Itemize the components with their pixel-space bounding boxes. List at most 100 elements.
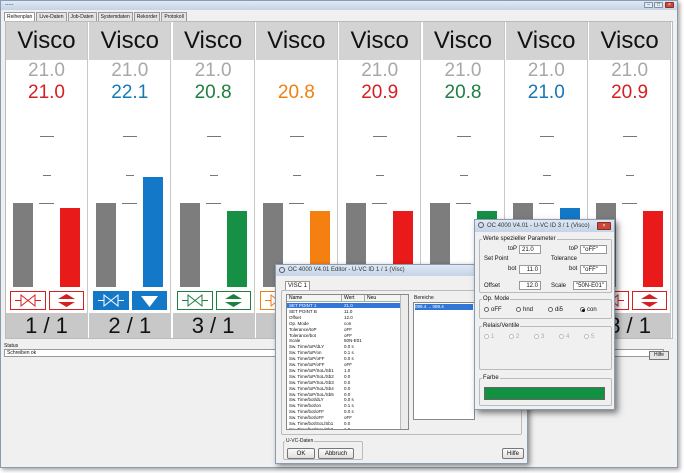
opmode-option-label: oFF [491,307,502,313]
offset-label: Offset [484,283,500,289]
table-row[interactable]: Sw. Time/toP/SoL/Sb4 0.0 [287,386,403,391]
radio-indicator [548,307,553,312]
table-row[interactable]: Offset 12.0 [287,315,403,320]
tab-protokoll[interactable]: Protokoll [161,12,187,21]
row-name: Sw. Time/bot/dLY [289,397,324,403]
bar-separator [122,203,138,204]
ok-button[interactable]: OK [287,448,315,459]
table-row[interactable]: Tolerance/bot oFF [287,333,403,338]
row-name: Sw. Time/bot/SoL/Sb1 [289,421,334,426]
table-row[interactable]: Sw. Time/toP/oFF 0.0 s [287,356,403,361]
row-name: Op. Mode [289,320,309,326]
scale-field[interactable]: "50N-E01" [573,281,607,290]
pump-icon[interactable] [49,291,84,310]
table-row[interactable]: Sw. Time/bot/oFF oFF [287,415,403,420]
upper-tolerance-mark [289,136,304,137]
table-row[interactable]: Tolerance/toP oFF [287,327,403,332]
upper-tolerance-mark [206,136,221,137]
lower-tolerance-mark [43,175,51,176]
maximize-button[interactable]: □ [654,2,663,8]
relais-radio-4[interactable]: 4 [559,334,569,340]
opmode-radio-hnd[interactable]: hnd [516,307,533,313]
opmode-radio-con[interactable]: con [580,307,597,313]
tab-job-daten[interactable]: Job-Daten [67,12,97,21]
tab-systemdaten[interactable]: Systemdaten [97,12,133,21]
unit-column-2[interactable]: Visco 21.0 22.1 2 / 1 [89,22,172,338]
table-row[interactable]: Sw. Time/bot/SoL/Sb2 1.0 [287,427,403,429]
relais-radio-1[interactable]: 1 [484,334,494,340]
lower-tolerance-mark [209,175,218,176]
main-help-button[interactable]: Hilfe [649,351,669,360]
actual-bar [143,177,164,287]
pump-icon[interactable] [632,291,668,310]
table-row[interactable]: Sw. Time/bot/oFF 0.0 s [287,409,403,414]
unit-title: Visco [339,22,421,60]
table-row[interactable]: Sw. Time/toP/dLY 0.0 s [287,344,403,349]
valve-icon[interactable] [93,291,130,310]
col-header-new[interactable]: Neu [365,295,403,302]
upper-tolerance-mark [123,136,138,137]
unit-column-3[interactable]: Visco 21.0 20.8 3 / 1 [172,22,255,338]
table-row[interactable]: Op. Mode con [287,321,403,326]
row-value: 0.0 s [344,409,354,415]
setpoint-bot-field[interactable]: 11.0 [519,265,541,274]
color-swatch[interactable] [484,387,605,400]
opmode-radio-oFF[interactable]: oFF [484,307,502,313]
params-close-button[interactable]: × [597,222,611,230]
valve-icon[interactable] [176,291,213,310]
relais-radio-3[interactable]: 3 [534,334,544,340]
table-row[interactable]: Sw. Time/toP/oFF oFF [287,362,403,367]
op-mode-label: Op. Mode [482,296,511,302]
table-row[interactable]: Sw. Time/toP/SoL/Sb2 0.0 [287,374,403,379]
ranges-list[interactable]: 089.4 ... 089.4 [413,302,475,420]
minimize-button[interactable]: – [644,2,653,8]
valve-icon[interactable] [10,291,46,310]
relais-group [479,326,612,370]
radio-indicator [584,334,589,339]
pump-icon[interactable] [132,291,168,310]
editor-tab-visc[interactable]: VISC 1 [285,281,311,290]
row-value: 12.0 [344,314,353,320]
table-row[interactable]: SET POINT 1 21.0 [287,303,403,308]
row-value: 0.0 [344,421,351,426]
setpoint-value: 21.0 [361,60,399,81]
table-row[interactable]: Sw. Time/toP/SoL/Sb3 0.0 [287,380,403,385]
pump-icon[interactable] [215,291,251,310]
cancel-button[interactable]: Abbruch [318,448,354,459]
table-row[interactable]: SET POINT B 11.0 [287,309,403,314]
setpoint-value: 21.0 [527,60,565,81]
offset-field[interactable]: 12.0 [519,281,541,290]
unit-column-1[interactable]: Visco 21.0 21.0 1 / 1 [6,22,88,338]
table-row[interactable]: Sw. Time/toP/on 0.1 s [287,350,403,355]
table-row[interactable]: Sw. Time/toP/SoL/Sb1 1.0 [287,368,403,373]
bar-separator [288,203,304,204]
tab-live-daten[interactable]: Live-Daten [36,12,67,21]
table-row[interactable]: Sw. Time/bot/SoL/Sb1 0.0 [287,421,403,426]
tab-reihenplan[interactable]: Reihenplan [4,12,36,21]
parameter-list[interactable]: Name Wert Neu SET POINT 1 21.0 SET POINT … [286,294,409,430]
tab-rekorder[interactable]: Rekorder [133,12,161,21]
col-header-name[interactable]: Name [287,295,342,302]
tolerance-top-field[interactable]: "oFF" [580,245,607,254]
editor-help-button[interactable]: Hilfe [502,448,524,459]
setpoint-top-field[interactable]: 21.0 [519,245,541,254]
list-scrollbar[interactable] [400,295,408,429]
unit-title: Visco [172,22,254,60]
tab-bar: Reihenplan Live-Daten Job-Daten Systemda… [4,12,188,21]
tolerance-bot-field[interactable]: "oFF" [580,265,607,274]
table-row[interactable]: Scale 50N-E01 [287,338,403,343]
row-value: 0.0 [344,373,351,379]
relais-radio-2[interactable]: 2 [509,334,519,340]
table-row[interactable]: Sw. Time/bot/dLY 0.0 s [287,397,403,402]
row-value: 1.0 [344,367,351,373]
close-button[interactable]: × [665,2,674,8]
range-item[interactable]: 089.4 ... 089.4 [415,304,473,310]
col-header-value[interactable]: Wert [342,295,365,302]
relais-radio-5[interactable]: 5 [584,334,594,340]
opmode-radio-di5[interactable]: di5 [548,307,563,313]
bar-separator [538,203,554,204]
table-row[interactable]: Sw. Time/toP/SoL/Sb5 0.0 [287,392,403,397]
table-row[interactable]: Sw. Time/bot/on 0.1 s [287,403,403,408]
actual-value: 21.0 [28,82,65,103]
setpoint-value: 21.0 [444,60,482,81]
